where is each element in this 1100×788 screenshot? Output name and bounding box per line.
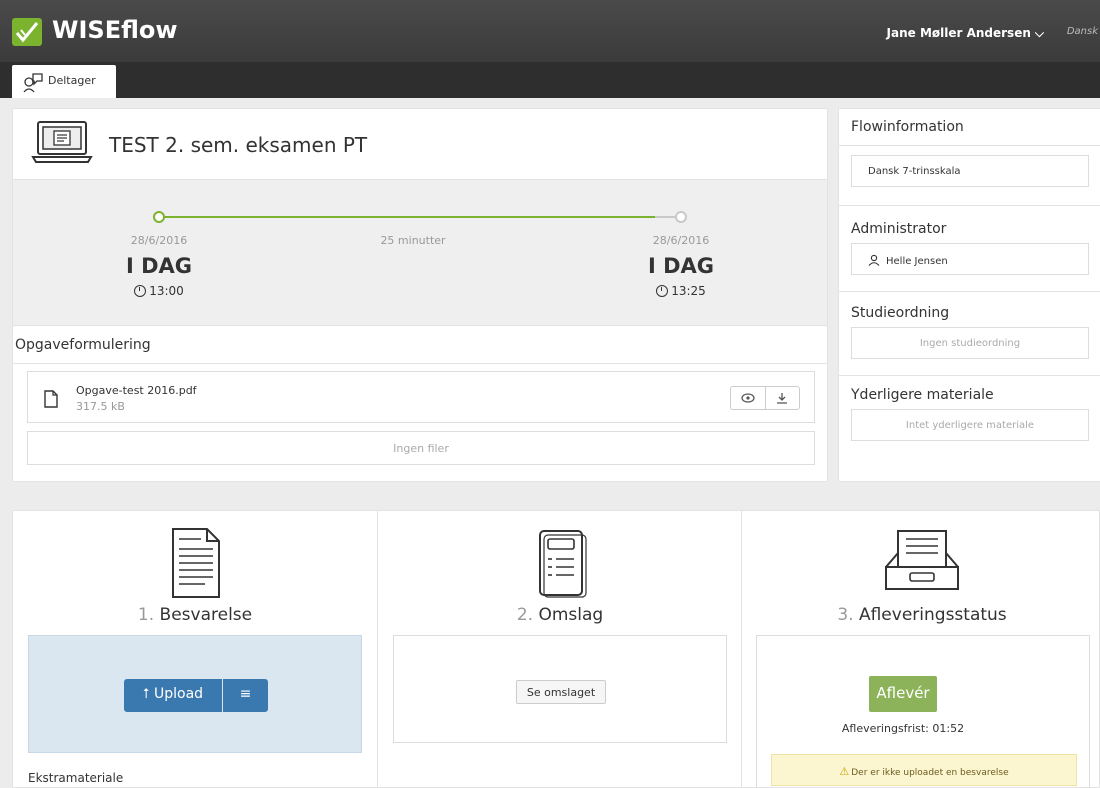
divider xyxy=(839,375,1100,376)
language-selector[interactable]: Dansk xyxy=(1067,26,1098,37)
document-icon xyxy=(172,528,220,598)
laptop-icon xyxy=(31,121,93,163)
end-time: 13:25 xyxy=(621,284,741,298)
divider xyxy=(839,291,1100,292)
deadline-text: Afleveringsfrist: 01:52 xyxy=(841,722,965,735)
tab-deltager[interactable]: Deltager xyxy=(12,65,116,98)
file-size: 317.5 kB xyxy=(76,400,125,413)
admin-title: Administrator xyxy=(851,221,947,237)
admin-name-box: Helle Jensen xyxy=(851,243,1089,275)
step-afleveringsstatus: 3. Afleveringsstatus Aflevér Afleverings… xyxy=(741,511,1100,788)
step-title: 2. Omslag xyxy=(516,605,604,625)
study-title: Studieordning xyxy=(851,305,950,321)
role-tab-bar: Deltager xyxy=(0,62,1100,98)
status-panel: Aflevér Afleveringsfrist: 01:52 ⚠ Der er … xyxy=(756,635,1090,788)
assignment-heading: Opgaveformulering xyxy=(13,326,827,364)
submission-steps: 1. Besvarelse ⭡ Upload ≡ Ekstramateriale… xyxy=(12,510,1100,788)
upload-options-menu-icon[interactable]: ≡ xyxy=(223,679,268,712)
extra-material-title: Yderligere materiale xyxy=(851,387,994,403)
app-name[interactable]: WISEflow xyxy=(52,16,178,44)
divider xyxy=(839,205,1100,206)
study-value: Ingen studieordning xyxy=(851,327,1089,359)
file-actions xyxy=(730,386,800,410)
clock-icon xyxy=(656,285,669,297)
start-date: 28/6/2016 xyxy=(130,234,188,247)
grading-scale: Dansk 7-trinsskala xyxy=(851,155,1089,187)
flowinfo-section: Flowinformation xyxy=(839,119,1100,135)
admin-name: Helle Jensen xyxy=(886,256,948,267)
assignment-file[interactable]: Opgave-test 2016.pdf 317.5 kB xyxy=(27,371,815,423)
upload-button[interactable]: ⭡ Upload xyxy=(124,679,222,712)
file-icon xyxy=(44,390,58,408)
wiseflow-logo-icon[interactable] xyxy=(12,18,42,46)
deliver-button[interactable]: Aflevér xyxy=(869,676,937,712)
exam-header: TEST 2. sem. eksamen PT xyxy=(13,109,827,180)
inbox-tray-icon xyxy=(885,530,959,590)
top-bar: WISEflow Jane Møller Andersen ⌵ Dansk xyxy=(0,0,1100,62)
step-title: 3. Afleveringsstatus xyxy=(837,605,1007,625)
upload-dropzone[interactable]: ⭡ Upload ≡ xyxy=(28,635,362,753)
timeline-progress-line xyxy=(161,216,655,218)
view-cover-button[interactable]: Se omslaget xyxy=(516,680,606,704)
preview-eye-icon[interactable] xyxy=(731,387,765,409)
clock-icon xyxy=(134,285,147,297)
step-besvarelse: 1. Besvarelse ⭡ Upload ≡ Ekstramateriale xyxy=(13,511,377,788)
upload-icon: ⭡ xyxy=(142,686,150,702)
timeline-start-marker xyxy=(153,211,165,223)
file-name: Opgave-test 2016.pdf xyxy=(76,384,197,397)
end-day-label: I DAG xyxy=(647,254,715,278)
study-section: Studieordning xyxy=(839,305,1100,321)
chevron-down-icon: ⌵ xyxy=(1034,26,1044,40)
download-icon[interactable] xyxy=(764,387,800,409)
divider xyxy=(839,145,1100,146)
extra-material-section: Yderligere materiale xyxy=(839,387,1100,403)
extra-material-label: Ekstramateriale xyxy=(28,771,124,785)
exam-timeline: 28/6/2016 I DAG 13:00 25 minutter 28/6/2… xyxy=(13,180,827,326)
start-time: 13:00 xyxy=(99,284,219,298)
exam-card: TEST 2. sem. eksamen PT 28/6/2016 I DAG … xyxy=(12,108,828,482)
step-title: 1. Besvarelse xyxy=(137,605,253,625)
cover-panel: Se omslaget xyxy=(393,635,727,743)
person-icon xyxy=(868,254,880,266)
exam-title: TEST 2. sem. eksamen PT xyxy=(109,133,368,157)
start-day-label: I DAG xyxy=(125,254,193,278)
flow-information-panel: Flowinformation Dansk 7-trinsskala Admin… xyxy=(838,108,1100,482)
participant-icon xyxy=(23,73,43,93)
no-files-placeholder: Ingen filer xyxy=(27,431,815,465)
flowinfo-title: Flowinformation xyxy=(851,119,964,135)
user-menu[interactable]: Jane Møller Andersen ⌵ xyxy=(887,26,1044,41)
warning-message: ⚠ Der er ikke uploadet en besvarelse xyxy=(771,754,1077,786)
cover-sheet-icon xyxy=(539,530,587,598)
tab-label: Deltager xyxy=(48,74,96,87)
exam-duration: 25 minutter xyxy=(380,234,446,247)
admin-section: Administrator xyxy=(839,221,1100,237)
warning-icon: ⚠ xyxy=(839,765,850,778)
extra-material-value: Intet yderligere materiale xyxy=(851,409,1089,441)
end-date: 28/6/2016 xyxy=(652,234,710,247)
timeline-end-marker xyxy=(675,211,687,223)
user-name: Jane Møller Andersen xyxy=(886,26,1031,40)
step-omslag: 2. Omslag Se omslaget xyxy=(377,511,741,788)
